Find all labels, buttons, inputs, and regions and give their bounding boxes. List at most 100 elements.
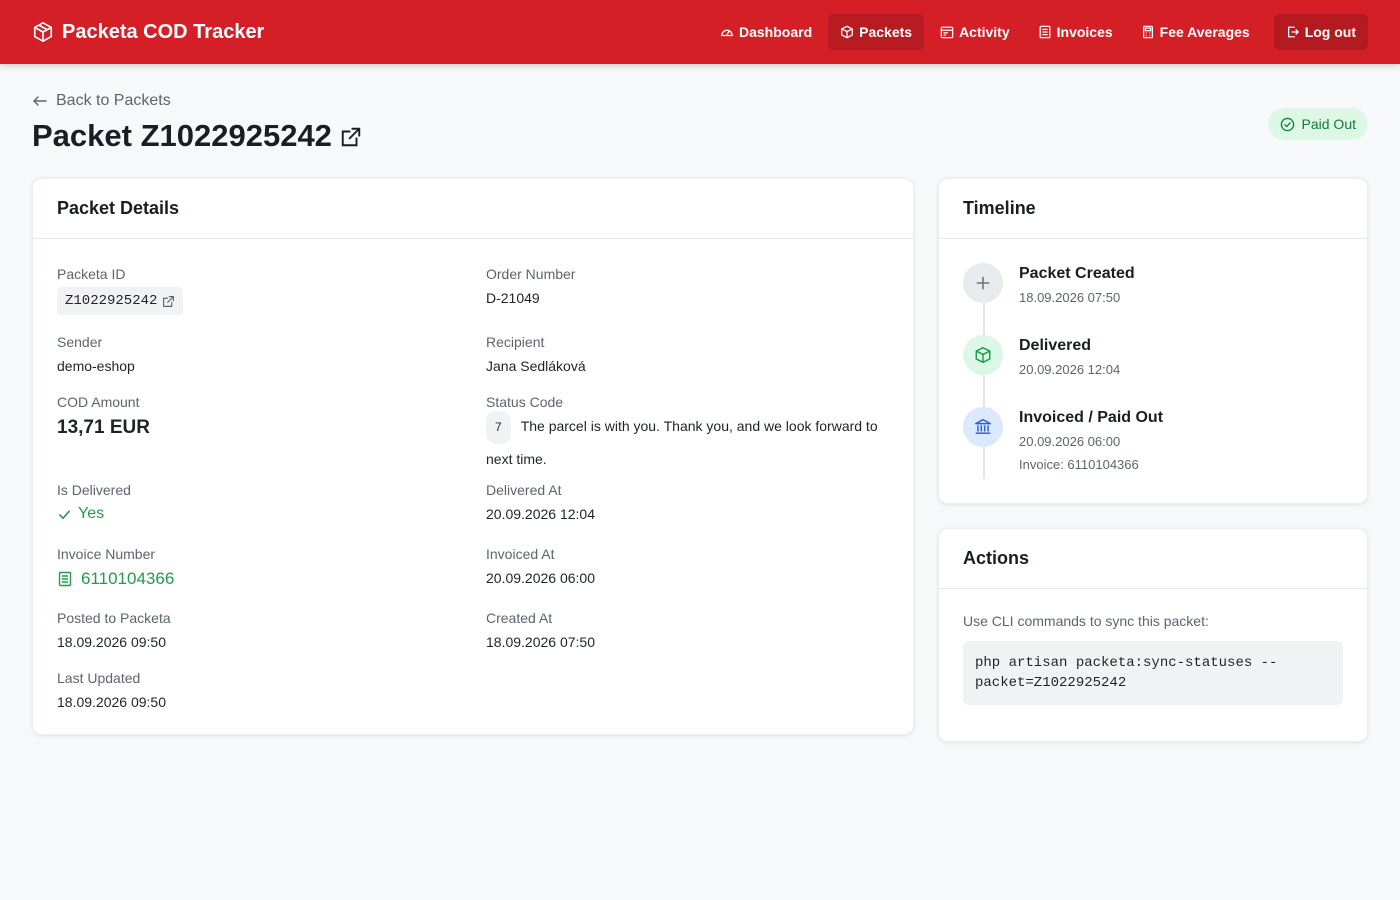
recipient-value: Jana Sedláková bbox=[486, 358, 586, 374]
timeline-invoiced-extra: Invoice: 6110104366 bbox=[1019, 457, 1139, 472]
field-is-delivered: Is Delivered Yes bbox=[57, 481, 131, 523]
timeline: Packet Created 18.09.2026 07:50 Delivere… bbox=[939, 239, 1367, 479]
timeline-invoiced-icon-wrap bbox=[963, 407, 1003, 447]
nav-dashboard-label: Dashboard bbox=[739, 24, 813, 40]
recipient-label: Recipient bbox=[486, 334, 545, 350]
field-status-code: Status Code 7 The parcel is with you. Tha… bbox=[486, 393, 886, 475]
field-invoice-number: Invoice Number 6110104366 bbox=[57, 545, 174, 589]
logout-icon bbox=[1287, 26, 1299, 38]
field-cod-amount: COD Amount 13,71 EUR bbox=[57, 393, 150, 437]
receipt-icon bbox=[1039, 25, 1051, 39]
receipt-icon bbox=[58, 571, 72, 587]
page-content: Back to Packets Packet Z1022925242 Paid … bbox=[0, 64, 1400, 742]
invoiced-at-label: Invoiced At bbox=[486, 546, 555, 562]
actions-body: Use CLI commands to sync this packet: ph… bbox=[939, 589, 1367, 729]
field-last-updated: Last Updated 18.09.2026 09:50 bbox=[57, 669, 166, 711]
box-logo-icon bbox=[33, 22, 53, 42]
timeline-card: Timeline Packet Created 18.09.2026 07:50 bbox=[938, 178, 1368, 504]
timeline-header: Timeline bbox=[939, 179, 1367, 239]
back-link[interactable]: Back to Packets bbox=[32, 92, 171, 110]
external-link-icon bbox=[163, 295, 175, 307]
actions-card: Actions Use CLI commands to sync this pa… bbox=[938, 528, 1368, 742]
right-column: Timeline Packet Created 18.09.2026 07:50 bbox=[938, 178, 1368, 742]
field-posted-to-packeta: Posted to Packeta 18.09.2026 09:50 bbox=[57, 609, 171, 651]
cli-command-block[interactable]: php artisan packeta:sync-statuses -- pac… bbox=[963, 641, 1343, 705]
arrow-left-icon bbox=[33, 96, 47, 106]
is-delivered-value: Yes bbox=[57, 505, 131, 523]
delivered-at-label: Delivered At bbox=[486, 482, 562, 498]
nav-packets[interactable]: Packets bbox=[828, 14, 925, 50]
packet-details-header: Packet Details bbox=[33, 179, 913, 239]
nav-activity-label: Activity bbox=[959, 24, 1010, 40]
status-badge-label: Paid Out bbox=[1301, 116, 1356, 132]
order-number-label: Order Number bbox=[486, 266, 576, 282]
external-link-icon[interactable] bbox=[340, 126, 362, 148]
bank-icon bbox=[974, 418, 992, 434]
is-delivered-text: Yes bbox=[78, 505, 105, 522]
nav-activity[interactable]: Activity bbox=[928, 14, 1022, 50]
invoiced-at-value: 20.09.2026 06:00 bbox=[486, 570, 595, 586]
timeline-delivered-title: Delivered bbox=[1019, 337, 1092, 354]
nav-fee-averages[interactable]: Fee Averages bbox=[1129, 14, 1262, 50]
actions-header: Actions bbox=[939, 529, 1367, 589]
timeline-delivered-icon-wrap bbox=[963, 335, 1003, 375]
timeline-item-delivered: Delivered 20.09.2026 12:04 bbox=[963, 335, 1343, 407]
packeta-id-value: Z1022925242 bbox=[65, 293, 158, 309]
content-layout: Packet Details Packeta ID Z1022925242 Or… bbox=[32, 178, 1368, 742]
brand[interactable]: Packeta COD Tracker bbox=[32, 21, 264, 44]
packet-details-card: Packet Details Packeta ID Z1022925242 Or… bbox=[32, 178, 914, 735]
nav-packets-label: Packets bbox=[859, 24, 913, 40]
top-navbar: Packeta COD Tracker Dashboard Packets Ac… bbox=[0, 0, 1400, 64]
page-title: Packet Z1022925242 bbox=[32, 118, 362, 154]
timeline-item-invoiced: Invoiced / Paid Out 20.09.2026 06:00 Inv… bbox=[963, 407, 1343, 479]
sender-label: Sender bbox=[57, 334, 103, 350]
title-row: Packet Z1022925242 Paid Out bbox=[32, 108, 1368, 154]
nav-invoices-label: Invoices bbox=[1056, 24, 1113, 40]
packeta-id-link[interactable]: Z1022925242 bbox=[57, 287, 184, 315]
logout-button[interactable]: Log out bbox=[1273, 14, 1368, 50]
invoice-number-label: Invoice Number bbox=[57, 546, 156, 562]
check-icon bbox=[59, 509, 70, 519]
last-updated-label: Last Updated bbox=[57, 670, 141, 686]
field-created-at: Created At 18.09.2026 07:50 bbox=[486, 609, 595, 651]
logout-label: Log out bbox=[1304, 24, 1356, 40]
field-recipient: Recipient Jana Sedláková bbox=[486, 333, 586, 375]
timeline-invoiced-title: Invoiced / Paid Out bbox=[1019, 409, 1164, 426]
timeline-delivered-date: 20.09.2026 12:04 bbox=[1019, 362, 1121, 377]
nav-fee-averages-label: Fee Averages bbox=[1159, 24, 1250, 40]
timeline-delivered-body: Delivered 20.09.2026 12:04 bbox=[1019, 335, 1120, 407]
timeline-created-date: 18.09.2026 07:50 bbox=[1019, 290, 1121, 305]
status-code-value: 7 The parcel is with you. Thank you, and … bbox=[486, 411, 886, 475]
actions-description: Use CLI commands to sync this packet: bbox=[963, 613, 1209, 629]
cod-amount-label: COD Amount bbox=[57, 394, 140, 410]
nav-invoices[interactable]: Invoices bbox=[1026, 14, 1125, 50]
calendar-icon bbox=[940, 26, 954, 39]
created-at-value: 18.09.2026 07:50 bbox=[486, 634, 595, 650]
is-delivered-label: Is Delivered bbox=[57, 482, 131, 498]
page-title-text: Packet Z1022925242 bbox=[32, 118, 332, 153]
timeline-invoiced-date: 20.09.2026 06:00 bbox=[1019, 434, 1121, 449]
timeline-created-body: Packet Created 18.09.2026 07:50 bbox=[1019, 263, 1135, 335]
plus-icon bbox=[976, 276, 990, 290]
timeline-created-icon-wrap bbox=[963, 263, 1003, 303]
field-order-number: Order Number D-21049 bbox=[486, 265, 575, 307]
status-code-label: Status Code bbox=[486, 394, 564, 410]
invoice-number-link[interactable]: 6110104366 bbox=[57, 569, 174, 589]
posted-label: Posted to Packeta bbox=[57, 610, 171, 626]
field-delivered-at: Delivered At 20.09.2026 12:04 bbox=[486, 481, 595, 523]
invoice-number-value: 6110104366 bbox=[81, 569, 175, 588]
box-icon bbox=[841, 25, 853, 39]
speedometer-icon bbox=[721, 29, 733, 37]
field-invoiced-at: Invoiced At 20.09.2026 06:00 bbox=[486, 545, 595, 587]
box-icon bbox=[975, 346, 991, 364]
status-code-pill: 7 bbox=[486, 411, 511, 444]
posted-value: 18.09.2026 09:50 bbox=[57, 634, 166, 650]
created-at-label: Created At bbox=[486, 610, 553, 626]
timeline-created-title: Packet Created bbox=[1019, 265, 1135, 282]
details-grid: Packeta ID Z1022925242 Order Number D-21… bbox=[33, 239, 913, 735]
brand-name: Packeta COD Tracker bbox=[62, 20, 265, 43]
order-number-value: D-21049 bbox=[486, 290, 540, 306]
check-circle-icon bbox=[1280, 117, 1294, 131]
nav-dashboard[interactable]: Dashboard bbox=[708, 14, 824, 50]
last-updated-value: 18.09.2026 09:50 bbox=[57, 694, 166, 710]
